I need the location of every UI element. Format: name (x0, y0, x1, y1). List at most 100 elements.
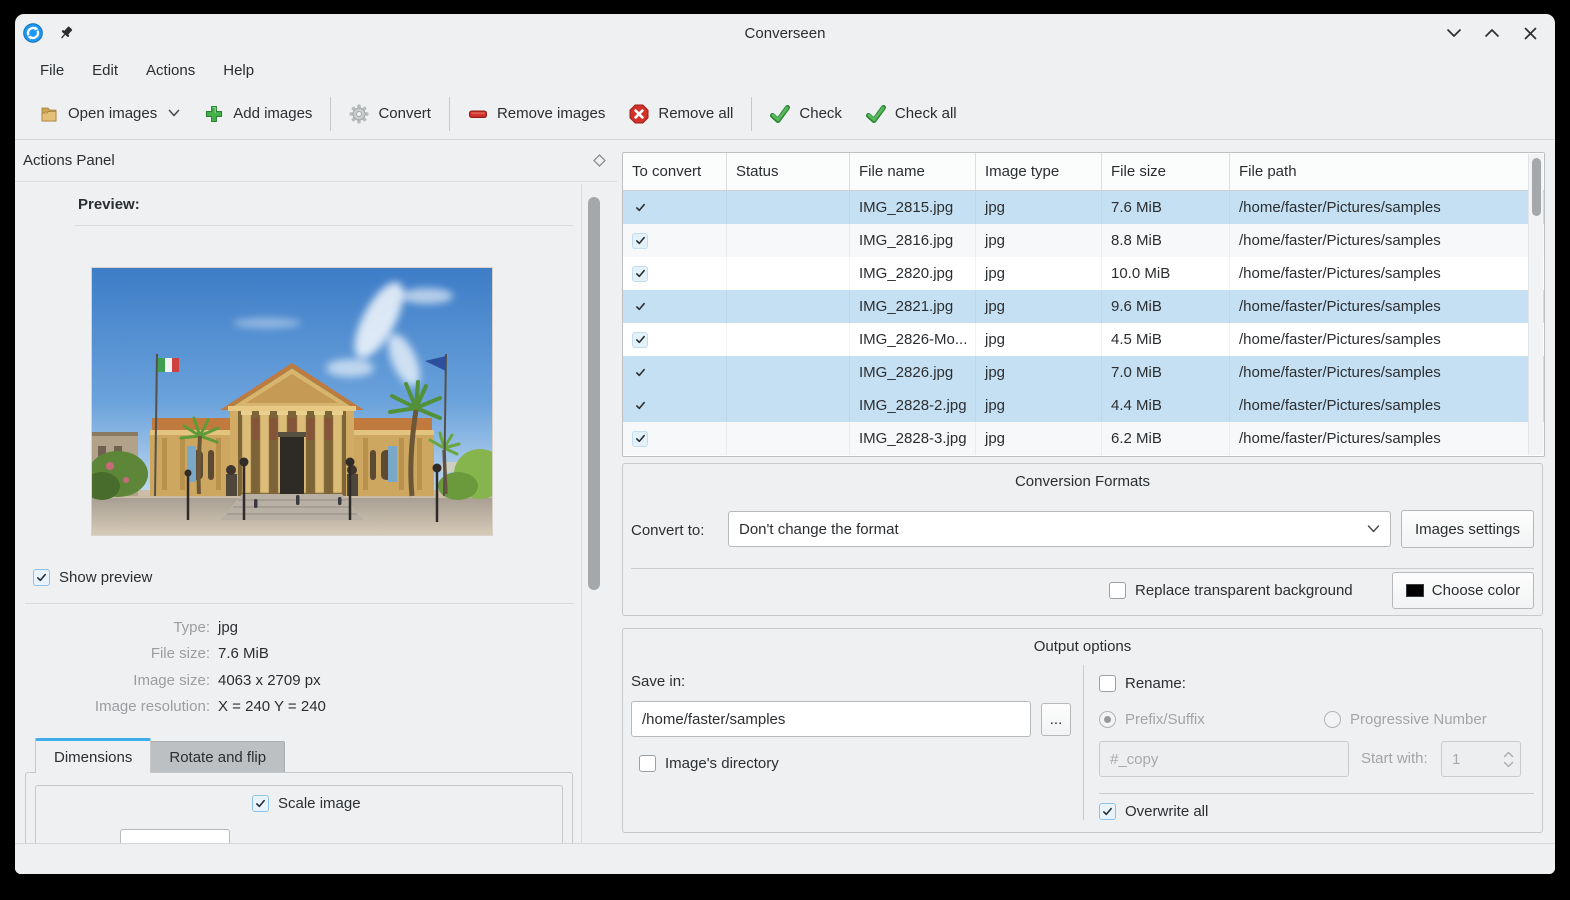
chevron-down-icon (1503, 761, 1514, 768)
check-icon (866, 104, 886, 124)
preview-image (92, 268, 492, 535)
float-panel-icon[interactable] (591, 152, 608, 169)
file-size-value: 7.6 MiB (218, 645, 269, 662)
screen: Converseen File Edit Actions Help (0, 0, 1570, 900)
row-checkbox[interactable] (632, 233, 648, 249)
scale-groupbox (35, 785, 563, 843)
overwrite-all-checkbox[interactable] (1099, 803, 1116, 820)
table-scrollbar[interactable] (1528, 154, 1543, 455)
prefix-suffix-label: Prefix/Suffix (1125, 711, 1205, 728)
cell-file-name: IMG_2828-3.jpg (850, 422, 976, 455)
width-input-partial[interactable] (120, 829, 230, 843)
panel-scrollbar[interactable] (588, 197, 600, 590)
table-row[interactable]: IMG_2826-Mo... jpg 4.5 MiB /home/faster/… (623, 323, 1544, 356)
scale-image-checkbox[interactable] (252, 795, 269, 812)
stop-x-icon (629, 104, 649, 124)
cell-file-name: IMG_2826.jpg (850, 356, 976, 389)
save-in-label: Save in: (631, 673, 685, 690)
check-button[interactable]: Check (758, 96, 854, 132)
minus-icon (468, 104, 488, 124)
right-panel: To convert Status File name Image type F… (617, 140, 1555, 843)
remove-all-button[interactable]: Remove all (617, 96, 745, 132)
browse-button[interactable]: ... (1041, 703, 1071, 736)
chevron-down-icon (1446, 28, 1462, 38)
tab-rotate-and-flip[interactable]: Rotate and flip (150, 741, 285, 773)
table-row[interactable]: IMG_2821.jpg jpg 9.6 MiB /home/faster/Pi… (623, 290, 1544, 323)
replace-transparent-checkbox[interactable] (1109, 582, 1126, 599)
images-directory-checkbox[interactable] (639, 755, 656, 772)
titlebar: Converseen (15, 14, 1555, 52)
convert-button[interactable]: Convert (337, 96, 443, 132)
cell-file-name: IMG_2816.jpg (850, 224, 976, 257)
plus-icon (204, 104, 224, 124)
remove-images-button[interactable]: Remove images (456, 96, 617, 132)
header-file-path[interactable]: File path (1230, 153, 1544, 190)
table-row[interactable]: IMG_2815.jpg jpg 7.6 MiB /home/faster/Pi… (623, 191, 1544, 224)
actions-panel-title: Actions Panel (23, 152, 115, 169)
type-label: Type: (35, 619, 210, 636)
images-settings-button[interactable]: Images settings (1401, 510, 1534, 548)
tab-dimensions[interactable]: Dimensions (35, 738, 151, 773)
close-icon (1524, 27, 1537, 40)
header-image-type[interactable]: Image type (976, 153, 1102, 190)
statusbar (15, 843, 1555, 874)
menu-help[interactable]: Help (211, 57, 266, 84)
table-row[interactable]: IMG_2826.jpg jpg 7.0 MiB /home/faster/Pi… (623, 356, 1544, 389)
save-in-input[interactable]: /home/faster/samples (631, 701, 1031, 737)
convert-to-select[interactable]: Don't change the format (728, 511, 1391, 547)
toolbar-separator (751, 97, 752, 131)
menu-edit[interactable]: Edit (80, 57, 130, 84)
rename-checkbox[interactable] (1099, 675, 1116, 692)
open-images-button[interactable]: Open images (27, 96, 192, 132)
check-all-button[interactable]: Check all (854, 96, 969, 132)
output-options-title: Output options (623, 638, 1542, 655)
header-status[interactable]: Status (727, 153, 850, 190)
check-label: Check (799, 105, 842, 122)
actions-panel-header: Actions Panel (15, 140, 617, 182)
preview-label: Preview: (78, 196, 140, 213)
overwrite-all-label: Overwrite all (1125, 803, 1208, 820)
row-checkbox[interactable] (632, 398, 648, 414)
remove-images-label: Remove images (497, 105, 605, 122)
minimize-button[interactable] (1443, 22, 1465, 44)
type-value: jpg (218, 619, 238, 636)
table-scrollbar-thumb[interactable] (1532, 158, 1541, 216)
menu-file[interactable]: File (28, 57, 76, 84)
check-all-label: Check all (895, 105, 957, 122)
choose-color-button[interactable]: Choose color (1392, 572, 1534, 609)
header-file-name[interactable]: File name (850, 153, 976, 190)
file-size-label: File size: (35, 645, 210, 662)
row-checkbox[interactable] (632, 200, 648, 216)
row-checkbox[interactable] (632, 299, 648, 315)
color-swatch (1406, 584, 1424, 597)
row-checkbox[interactable] (632, 266, 648, 282)
cell-file-name: IMG_2815.jpg (850, 191, 976, 224)
divider (25, 603, 573, 604)
close-button[interactable] (1519, 22, 1541, 44)
table-row[interactable]: IMG_2828-2.jpg jpg 4.4 MiB /home/faster/… (623, 389, 1544, 422)
menubar: File Edit Actions Help (15, 52, 1555, 88)
table-row[interactable]: IMG_2828-3.jpg jpg 6.2 MiB /home/faster/… (623, 422, 1544, 455)
menu-actions[interactable]: Actions (134, 57, 207, 84)
row-checkbox[interactable] (632, 332, 648, 348)
table-row[interactable]: IMG_2820.jpg jpg 10.0 MiB /home/faster/P… (623, 257, 1544, 290)
header-file-size[interactable]: File size (1102, 153, 1230, 190)
open-images-label: Open images (68, 105, 157, 122)
check-icon (770, 104, 790, 124)
image-resolution-label: Image resolution: (35, 698, 210, 715)
maximize-button[interactable] (1481, 22, 1503, 44)
row-checkbox[interactable] (632, 431, 648, 447)
folder-icon (39, 104, 59, 124)
panel-tabs: Dimensions Rotate and flip (35, 738, 285, 773)
table-row[interactable]: IMG_2816.jpg jpg 8.8 MiB /home/faster/Pi… (623, 224, 1544, 257)
progressive-number-radio (1324, 711, 1341, 728)
toolbar-separator (330, 97, 331, 131)
prefix-suffix-radio (1099, 711, 1116, 728)
show-preview-checkbox[interactable] (33, 569, 50, 586)
conversion-formats-title: Conversion Formats (623, 473, 1542, 490)
add-images-button[interactable]: Add images (192, 96, 324, 132)
conversion-formats-group: Conversion Formats Convert to: Don't cha… (622, 463, 1543, 616)
window-title: Converseen (15, 25, 1555, 42)
header-to-convert[interactable]: To convert (623, 153, 727, 190)
row-checkbox[interactable] (632, 365, 648, 381)
